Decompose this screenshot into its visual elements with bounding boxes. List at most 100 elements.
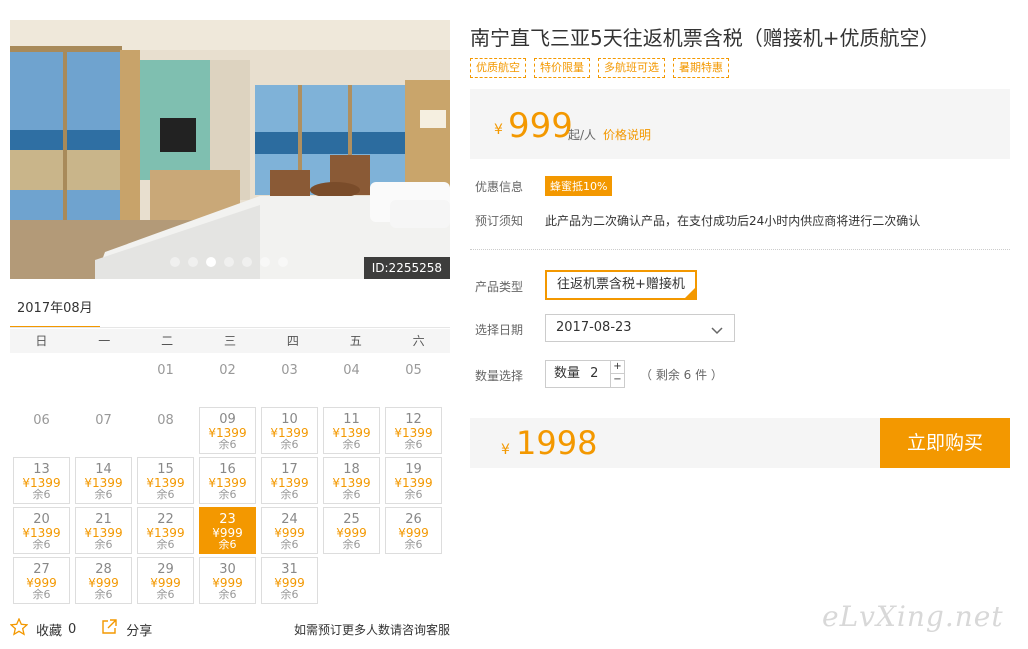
calendar-day-available[interactable]: 31 ¥999 余6 — [261, 557, 318, 604]
date-label: 选择日期 — [475, 323, 524, 337]
calendar-grid: 01 02 03 04 05 06 07 08 09 ¥1399 余6 10 ¥1399 余6 11 ¥139… — [10, 353, 450, 605]
star-icon[interactable] — [9, 617, 29, 640]
day-number: 24 — [281, 512, 298, 527]
increment-button[interactable]: + — [611, 361, 624, 374]
chevron-down-icon — [710, 320, 724, 346]
favorite-button[interactable]: 收藏 — [36, 620, 62, 639]
calendar-day-available[interactable]: 22 ¥1399 余6 — [137, 507, 194, 554]
calendar-day-available[interactable]: 12 ¥1399 余6 — [385, 407, 442, 454]
day-number: 25 — [343, 512, 360, 527]
weekday-label: 四 — [286, 334, 299, 348]
calendar-day-available[interactable]: 19 ¥1399 余6 — [385, 457, 442, 504]
calendar-day-available[interactable]: 29 ¥999 余6 — [137, 557, 194, 604]
day-number: 19 — [405, 462, 422, 477]
day-stock: 余6 — [280, 538, 299, 551]
day-stock: 余6 — [94, 488, 113, 501]
carousel-dot[interactable] — [242, 257, 252, 267]
quantity-value[interactable]: 2 — [590, 366, 598, 381]
day-number: 10 — [281, 412, 298, 427]
carousel-dot-active[interactable] — [206, 257, 216, 267]
calendar-day-available[interactable]: 27 ¥999 余6 — [13, 557, 70, 604]
calendar-day-available[interactable]: 09 ¥1399 余6 — [199, 407, 256, 454]
calendar-month-tab[interactable]: 2017年08月 — [10, 298, 100, 328]
day-stock: 余6 — [32, 588, 51, 601]
calendar-day-available[interactable]: 25 ¥999 余6 — [323, 507, 380, 554]
weekday-label: 三 — [224, 334, 237, 348]
day-number: 21 — [95, 512, 112, 527]
date-select[interactable]: 2017-08-23 — [545, 314, 735, 342]
room-illustration — [10, 20, 450, 279]
calendar-day-available[interactable]: 16 ¥1399 余6 — [199, 457, 256, 504]
quantity-stepper[interactable]: 数量 2 + − — [545, 360, 625, 388]
product-title: 南宁直飞三亚5天往返机票含税（赠接机+优质航空） — [470, 26, 940, 50]
price-explanation-link[interactable]: 价格说明 — [603, 126, 651, 143]
day-stock: 余6 — [342, 438, 361, 451]
site-watermark: eLvXing.net — [822, 600, 1004, 633]
calendar-day-available[interactable]: 18 ¥1399 余6 — [323, 457, 380, 504]
weekday-label: 二 — [161, 334, 174, 348]
day-number: 31 — [281, 562, 298, 577]
calendar-day-available[interactable]: 24 ¥999 余6 — [261, 507, 318, 554]
calendar-day: 05 — [385, 357, 442, 404]
day-number: 14 — [95, 462, 112, 477]
carousel-dot[interactable] — [188, 257, 198, 267]
date-value: 2017-08-23 — [556, 320, 632, 335]
price-box: ¥ 999 起/人 价格说明 — [470, 89, 1010, 159]
calendar-day-available[interactable]: 14 ¥1399 余6 — [75, 457, 132, 504]
calendar-day-available[interactable]: 10 ¥1399 余6 — [261, 407, 318, 454]
calendar-day-available[interactable]: 26 ¥999 余6 — [385, 507, 442, 554]
calendar-day-available[interactable]: 20 ¥1399 余6 — [13, 507, 70, 554]
decrement-button[interactable]: − — [611, 374, 624, 387]
product-type-label: 产品类型 — [475, 280, 524, 294]
day-stock: 余6 — [218, 588, 237, 601]
weekday-label: 五 — [349, 334, 362, 348]
weekday-header: 日 一 二 三 四 五 六 — [10, 329, 450, 353]
carousel-dot[interactable] — [170, 257, 180, 267]
calendar-day: 06 — [13, 407, 70, 454]
calendar-day-available[interactable]: 11 ¥1399 余6 — [323, 407, 380, 454]
carousel-dot[interactable] — [260, 257, 270, 267]
share-icon[interactable] — [100, 618, 118, 640]
day-number: 11 — [343, 412, 360, 427]
calendar-day-selected[interactable]: 23 ¥999 余6 — [199, 507, 256, 554]
share-button[interactable]: 分享 — [126, 620, 152, 639]
day-stock: 余6 — [342, 538, 361, 551]
carousel-dot[interactable] — [278, 257, 288, 267]
day-number: 04 — [343, 363, 360, 378]
buy-now-button[interactable]: 立即购买 — [880, 418, 1010, 468]
date-calendar: 日 一 二 三 四 五 六 01 02 03 04 05 06 07 08 09 ¥1399 余6 1… — [10, 329, 450, 609]
stepper-controls: + − — [610, 361, 624, 387]
day-number: 01 — [157, 363, 174, 378]
carousel-dots — [170, 257, 288, 267]
day-stock: 余6 — [218, 488, 237, 501]
day-number: 30 — [219, 562, 236, 577]
calendar-day-available[interactable]: 30 ¥999 余6 — [199, 557, 256, 604]
product-tag: 特价限量 — [534, 58, 590, 78]
day-number: 15 — [157, 462, 174, 477]
action-footer: 收藏 0 分享 如需预订更多人数请咨询客服 — [9, 617, 450, 640]
day-stock: 余6 — [280, 488, 299, 501]
day-number: 06 — [33, 413, 50, 428]
discount-badge: 蜂蜜抵10% — [545, 176, 613, 196]
calendar-day-available[interactable]: 13 ¥1399 余6 — [13, 457, 70, 504]
day-number: 07 — [95, 413, 112, 428]
day-stock: 余6 — [280, 588, 299, 601]
calendar-day-available[interactable]: 21 ¥1399 余6 — [75, 507, 132, 554]
hotel-room-photo[interactable]: ID:2255258 — [10, 20, 450, 279]
day-stock: 余6 — [218, 538, 237, 551]
day-number: 09 — [219, 412, 236, 427]
product-tag: 暑期特惠 — [673, 58, 729, 78]
calendar-day-available[interactable]: 15 ¥1399 余6 — [137, 457, 194, 504]
booking-notice-text: 此产品为二次确认产品，在支付成功后24小时内供应商将进行二次确认 — [545, 214, 921, 228]
purchase-bar: ¥ 1998 立即购买 — [470, 418, 1010, 468]
calendar-day: 03 — [261, 357, 318, 404]
calendar-day-available[interactable]: 28 ¥999 余6 — [75, 557, 132, 604]
weekday-label: 日 — [35, 334, 48, 348]
day-stock: 余6 — [404, 488, 423, 501]
calendar-day-available[interactable]: 17 ¥1399 余6 — [261, 457, 318, 504]
carousel-dot[interactable] — [224, 257, 234, 267]
remaining-stock: （ 剩余 6 件 ） — [640, 368, 723, 382]
product-type-option[interactable]: 往返机票含税+赠接机 — [545, 270, 697, 300]
day-number: 12 — [405, 412, 422, 427]
favorite-count: 0 — [68, 621, 77, 637]
